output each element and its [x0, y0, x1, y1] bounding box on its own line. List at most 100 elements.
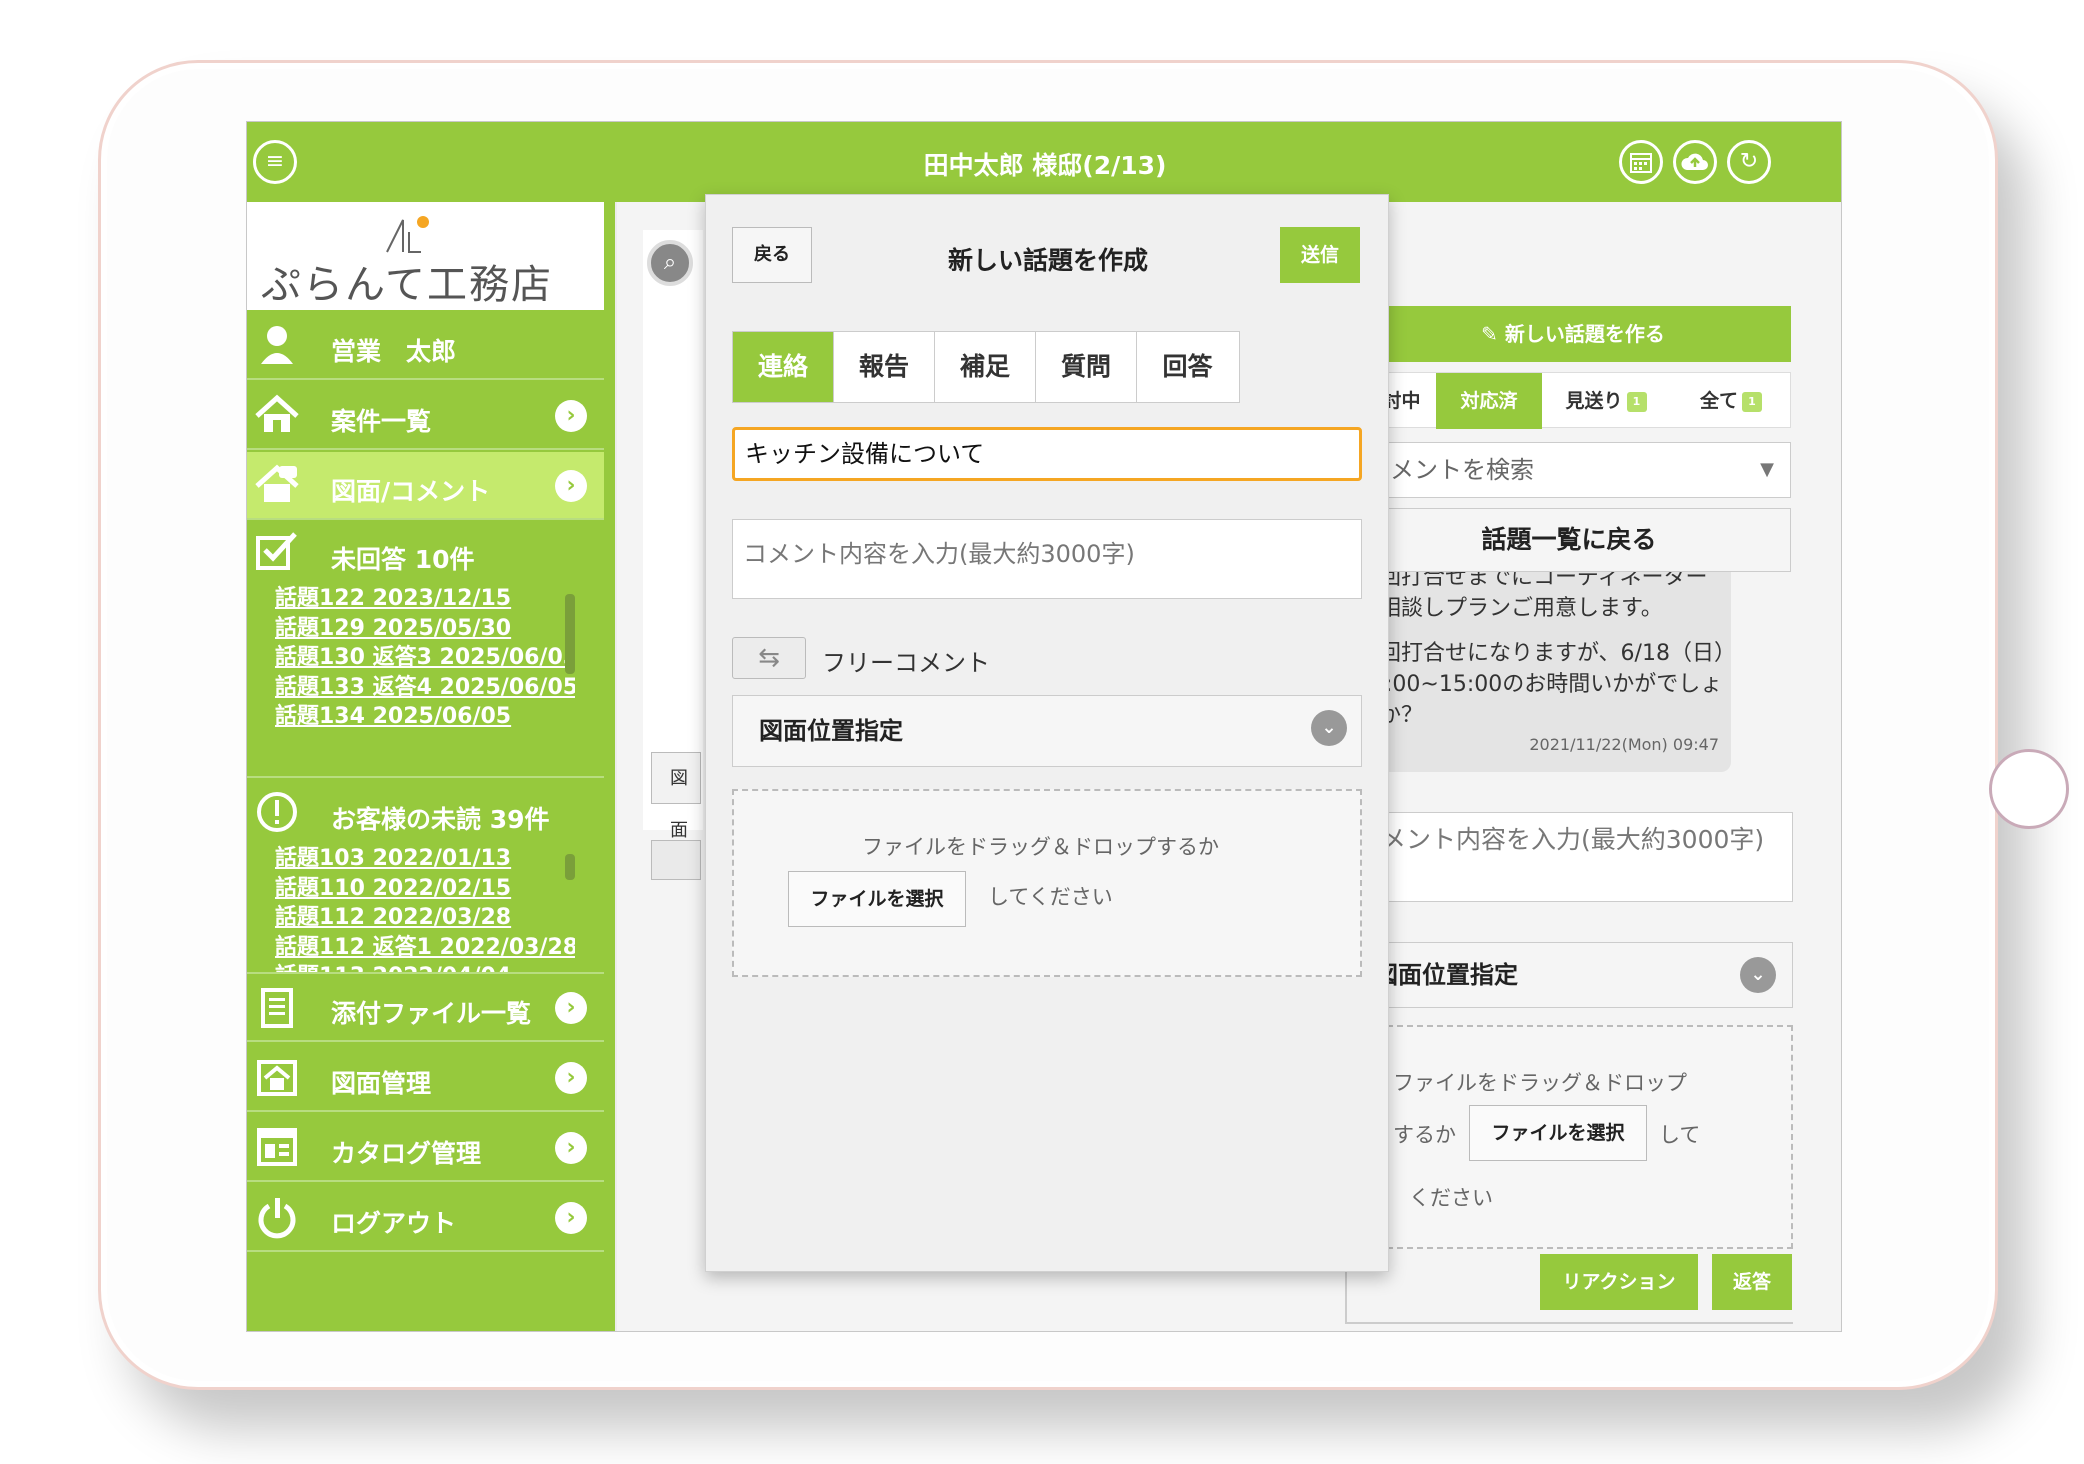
reply-comment-input[interactable]: コメント内容を入力(最大約3000字) [1347, 812, 1793, 902]
topic-link[interactable]: 話題122 2023/12/15 [275, 584, 575, 614]
tab-report[interactable]: 報告 [834, 332, 935, 402]
back-to-topic-list-button[interactable]: 話題一覧に戻る [1347, 508, 1791, 572]
topic-link[interactable]: 話題110 2022/02/15 [275, 874, 575, 904]
topic-link[interactable]: 話題134 2025/06/05 [275, 702, 575, 732]
new-topic-button[interactable]: ✎ 新しい話題を作る [1355, 306, 1791, 362]
topic-type-tabs: 連絡 報告 補足 質問 回答 [732, 331, 1240, 403]
house-comment-icon [253, 464, 301, 508]
sidebar-item-label: 案件一覧 [331, 407, 432, 436]
unread-header: お客様の未読 39件 [247, 782, 604, 842]
sidebar-item-logout[interactable]: ログアウト › [247, 1184, 604, 1252]
free-comment-label: フリーコメント [822, 649, 990, 677]
sidebar-item-label: ログアウト [331, 1209, 457, 1238]
swap-icon[interactable]: ⇆ [732, 637, 806, 679]
sidebar-item-drawings-comments[interactable]: 図面/コメント › [247, 452, 604, 520]
topic-title-input[interactable]: キッチン設備について [732, 427, 1362, 481]
topic-link[interactable]: 話題112 返答1 2022/03/28 [275, 933, 575, 963]
reply-file-select-button[interactable]: ファイルを選択 [1469, 1105, 1647, 1161]
zoom-search-icon[interactable]: ⌕ [647, 240, 693, 286]
message-timestamp: 2021/11/22(Mon) 09:47 [1529, 735, 1719, 754]
tab-resolved[interactable]: 対応済 [1436, 373, 1542, 429]
sidebar-item-catalog-management[interactable]: カタログ管理 › [247, 1114, 604, 1182]
file-drop-zone[interactable]: ファイルをドラッグ＆ドロップするか ファイルを選択 してください [732, 789, 1362, 977]
drawing-button[interactable]: 図面 [651, 752, 701, 841]
sidebar-item-attachments[interactable]: 添付ファイル一覧 › [247, 974, 604, 1042]
message-text: 次回打合せまでにコーディネーターと相談しプランご用意します。 [1357, 572, 1708, 621]
topic-link[interactable]: 話題103 2022/01/13 [275, 844, 575, 874]
calendar-icon[interactable] [1619, 140, 1663, 184]
drawing-position-select[interactable]: 図面位置指定 ⌄ [732, 695, 1362, 767]
tab-all[interactable]: 全て 1 [1670, 373, 1792, 429]
cloud-upload-icon[interactable] [1673, 140, 1717, 184]
divider [1345, 1322, 1793, 1324]
sidebar-user: 営業 太郎 [247, 312, 604, 380]
topic-link[interactable]: 話題130 返答3 2025/06/05 [275, 643, 575, 673]
pencil-icon: ✎ [1481, 322, 1498, 346]
chevron-right-icon: › [555, 1202, 587, 1234]
chevron-right-icon: › [555, 470, 587, 502]
sidebar-item-label: 添付ファイル一覧 [331, 999, 532, 1028]
unread-section: お客様の未読 39件 話題103 2022/01/13 話題110 2022/0… [247, 782, 604, 972]
status-tabs: 検討中 対応済 見送り 1 全て 1 [1347, 372, 1792, 429]
chevron-right-icon: › [555, 1062, 587, 1094]
logo-text: ぷらんて工務店 [261, 262, 553, 308]
caret-down-icon: ▼ [1760, 459, 1774, 480]
topic-link[interactable]: 話題112 2022/03/28 [275, 903, 575, 933]
topic-link[interactable]: 話題129 2025/05/30 [275, 614, 575, 644]
tab-postponed[interactable]: 見送り 1 [1542, 373, 1670, 429]
top-bar: ≡ 田中太郎 様邸(2/13) ↻ [247, 122, 1841, 202]
unanswered-header: 未回答 10件 [247, 522, 604, 582]
chevron-down-icon: ⌄ [1740, 957, 1776, 993]
user-name: 営業 太郎 [331, 337, 457, 366]
power-icon [253, 1196, 301, 1240]
chevron-right-icon: › [555, 992, 587, 1024]
topic-link[interactable]: 話題133 返答4 2025/06/05 [275, 673, 575, 703]
document-icon [253, 986, 301, 1030]
message-bubble: 次回打合せまでにコーディネーターと相談しプランご用意します。 次回打合せになりま… [1347, 572, 1731, 772]
reply-drawing-position-select[interactable]: 図面位置指定 ⌄ [1347, 942, 1793, 1008]
scrollbar[interactable] [565, 854, 575, 880]
file-select-button[interactable]: ファイルを選択 [788, 871, 966, 927]
sidebar-item-label: 図面管理 [331, 1069, 432, 1098]
refresh-icon[interactable]: ↻ [1727, 140, 1771, 184]
chevron-down-icon: ⌄ [1311, 710, 1347, 746]
chevron-right-icon: › [555, 1132, 587, 1164]
drawing-viewer[interactable] [643, 230, 703, 830]
logo: ぷらんて工務店 [247, 202, 604, 310]
count-badge: 1 [1742, 391, 1762, 412]
tab-answer[interactable]: 回答 [1137, 332, 1238, 402]
reaction-button[interactable]: リアクション [1540, 1254, 1698, 1310]
reply-file-drop-zone[interactable]: ファイルをドラッグ＆ドロップ するか ファイルを選択 して ください [1347, 1025, 1793, 1249]
sidebar-item-label: 図面/コメント [331, 477, 491, 506]
topic-link[interactable]: 話題113 2022/04/04 [275, 962, 575, 972]
tab-question[interactable]: 質問 [1036, 332, 1137, 402]
divider [247, 776, 604, 778]
tab-supplement[interactable]: 補足 [935, 332, 1036, 402]
user-icon [253, 324, 301, 368]
sidebar: ぷらんて工務店 営業 太郎 案件一覧 › 図面/コメント › 未回答 10件 話… [247, 202, 615, 1331]
divider [1345, 1264, 1347, 1324]
home-button[interactable] [1989, 749, 2069, 829]
catalog-icon [253, 1126, 301, 1170]
app-screen: ≡ 田中太郎 様邸(2/13) ↻ ぷらんて工務店 営業 太郎 案件一覧 › 図… [246, 121, 1842, 1332]
message-text: 次回打合せになりますが、6/18（日）13:00~15:00のお時間いかがでしょ… [1357, 641, 1725, 728]
house-icon [253, 394, 301, 438]
sidebar-item-projects[interactable]: 案件一覧 › [247, 382, 604, 450]
unread-links: 話題103 2022/01/13 話題110 2022/02/15 話題112 … [275, 844, 575, 972]
chevron-right-icon: › [555, 400, 587, 432]
page-title: 田中太郎 様邸(2/13) [923, 151, 1167, 180]
comment-search-select[interactable]: コメントを検索 ▼ [1347, 442, 1791, 498]
reply-button[interactable]: 返答 [1712, 1254, 1792, 1310]
tab-contact[interactable]: 連絡 [733, 332, 834, 402]
sidebar-item-drawing-management[interactable]: 図面管理 › [247, 1044, 604, 1112]
scrollbar[interactable] [565, 594, 575, 674]
send-button[interactable]: 送信 [1280, 227, 1360, 283]
sidebar-item-label: カタログ管理 [331, 1139, 482, 1168]
checkbox-icon [253, 530, 301, 574]
toggle-button[interactable] [651, 840, 701, 880]
unanswered-links: 話題122 2023/12/15 話題129 2025/05/30 話題130 … [275, 584, 575, 734]
house-icon [253, 1056, 301, 1100]
comment-input[interactable]: コメント内容を入力(最大約3000字) [732, 519, 1362, 599]
alert-icon [253, 790, 301, 834]
new-topic-modal: 戻る 新しい話題を作成 送信 連絡 報告 補足 質問 回答 キッチン設備について… [705, 194, 1389, 1272]
